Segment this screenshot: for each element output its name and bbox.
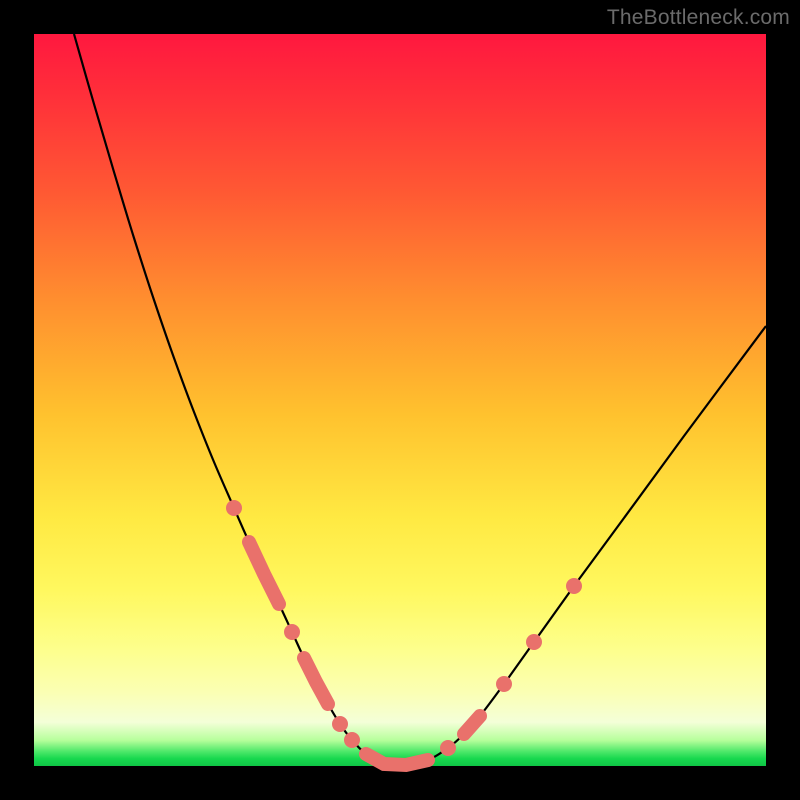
v-curve [74, 34, 766, 765]
curve-svg [34, 34, 766, 766]
bead-dot [496, 676, 512, 692]
bead-dot [344, 732, 360, 748]
plot-area [34, 34, 766, 766]
outer-frame: TheBottleneck.com [0, 0, 800, 800]
bead-dot [526, 634, 542, 650]
bead-dot [440, 740, 456, 756]
bead-segment [249, 542, 279, 604]
bead-group [226, 500, 582, 765]
bead-dot [332, 716, 348, 732]
bead-dot [284, 624, 300, 640]
watermark-text: TheBottleneck.com [607, 6, 790, 30]
bead-dot [566, 578, 582, 594]
bead-segment [464, 716, 480, 734]
bead-segment [304, 658, 328, 704]
bead-segment [366, 754, 428, 765]
bead-dot [226, 500, 242, 516]
